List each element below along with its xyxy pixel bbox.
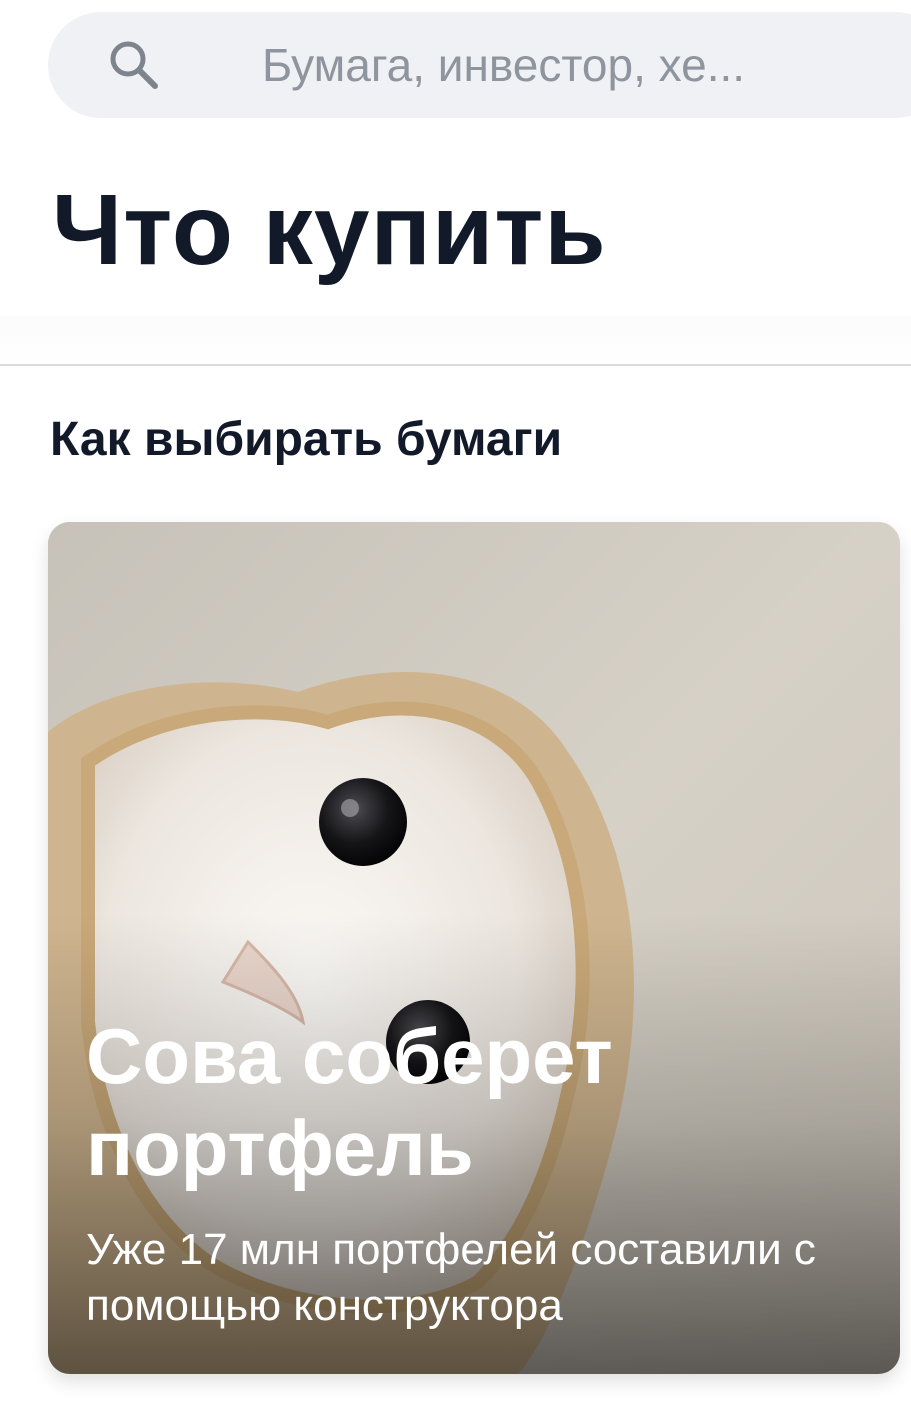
header-shadow xyxy=(0,316,911,364)
promo-card[interactable]: Сова соберет портфель Уже 17 млн портфел… xyxy=(48,522,900,1374)
promo-card-subtitle: Уже 17 млн портфелей составили с помощью… xyxy=(86,1225,816,1330)
section-heading: Как выбирать бумаги xyxy=(50,413,563,466)
page-title: Что купить xyxy=(52,174,607,286)
promo-card-title: Сова соберет портфель xyxy=(86,1012,613,1192)
header-divider xyxy=(0,364,911,366)
search-input[interactable] xyxy=(262,35,862,95)
search-icon xyxy=(106,37,162,93)
search-bar[interactable] xyxy=(48,12,911,118)
